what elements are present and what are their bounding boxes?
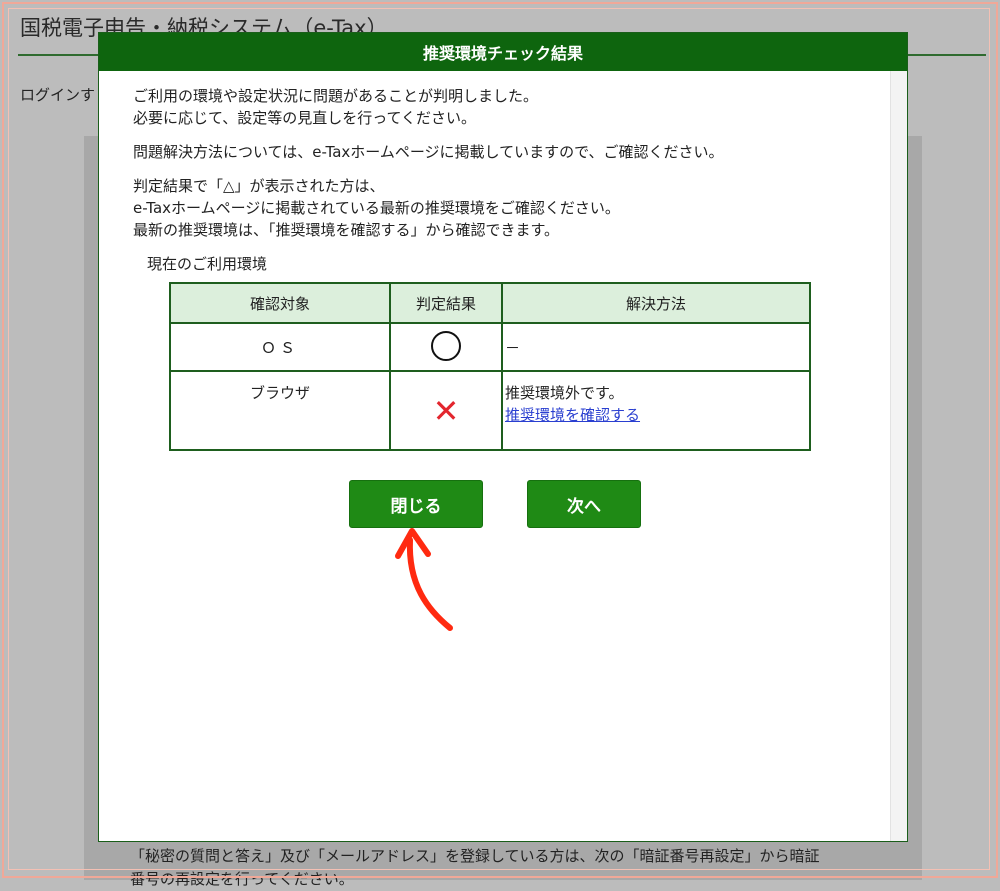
- cross-ng-icon: ✕: [432, 392, 460, 430]
- table-row: ブラウザ ✕ 推奨環境外です。 推奨環境を確認する: [169, 370, 811, 451]
- dialog-title: 推奨環境チェック結果: [99, 33, 907, 71]
- env-section-label: 現在のご利用環境: [147, 255, 268, 273]
- env-result-table: 確認対象 判定結果 解決方法 ＯＳ － ブラウザ ✕ 推奨環境外です。 推奨環境…: [169, 282, 811, 451]
- message-paragraph: 問題解決方法については、e-Taxホームページに掲載していますので、ご確認くださ…: [133, 143, 724, 161]
- next-button[interactable]: 次へ: [527, 480, 641, 528]
- check-recommended-env-link[interactable]: 推奨環境を確認する: [505, 406, 640, 424]
- solution-os: －: [501, 322, 811, 372]
- message-paragraph: 判定結果で「△」が表示された方は、 e-Taxホームページに掲載されている最新の…: [133, 177, 620, 239]
- result-cell: [389, 322, 503, 372]
- table-row: ＯＳ －: [169, 322, 811, 372]
- close-button[interactable]: 閉じる: [349, 480, 483, 528]
- col-header-result: 判定結果: [389, 282, 503, 324]
- solution-browser: 推奨環境外です。 推奨環境を確認する: [501, 370, 811, 451]
- target-os: ＯＳ: [169, 322, 391, 372]
- solution-text: 推奨環境外です。: [505, 384, 624, 402]
- dialog-message: ご利用の環境や設定状況に問題があることが判明しました。 必要に応じて、設定等の見…: [133, 85, 883, 253]
- result-cell: ✕: [389, 370, 503, 451]
- env-check-dialog: 推奨環境チェック結果 ご利用の環境や設定状況に問題があることが判明しました。 必…: [98, 32, 908, 842]
- circle-ok-icon: [431, 331, 461, 361]
- dialog-scrollbar[interactable]: [890, 71, 907, 841]
- login-text: ログインす: [20, 86, 96, 104]
- message-paragraph: ご利用の環境や設定状況に問題があることが判明しました。 必要に応じて、設定等の見…: [133, 87, 539, 127]
- col-header-target: 確認対象: [169, 282, 391, 324]
- col-header-solution: 解決方法: [501, 282, 811, 324]
- table-header-row: 確認対象 判定結果 解決方法: [169, 282, 811, 324]
- bottom-notice: 「秘密の質問と答え」及び「メールアドレス」を登録している方は、次の「暗証番号再設…: [130, 847, 820, 888]
- target-browser: ブラウザ: [169, 370, 391, 451]
